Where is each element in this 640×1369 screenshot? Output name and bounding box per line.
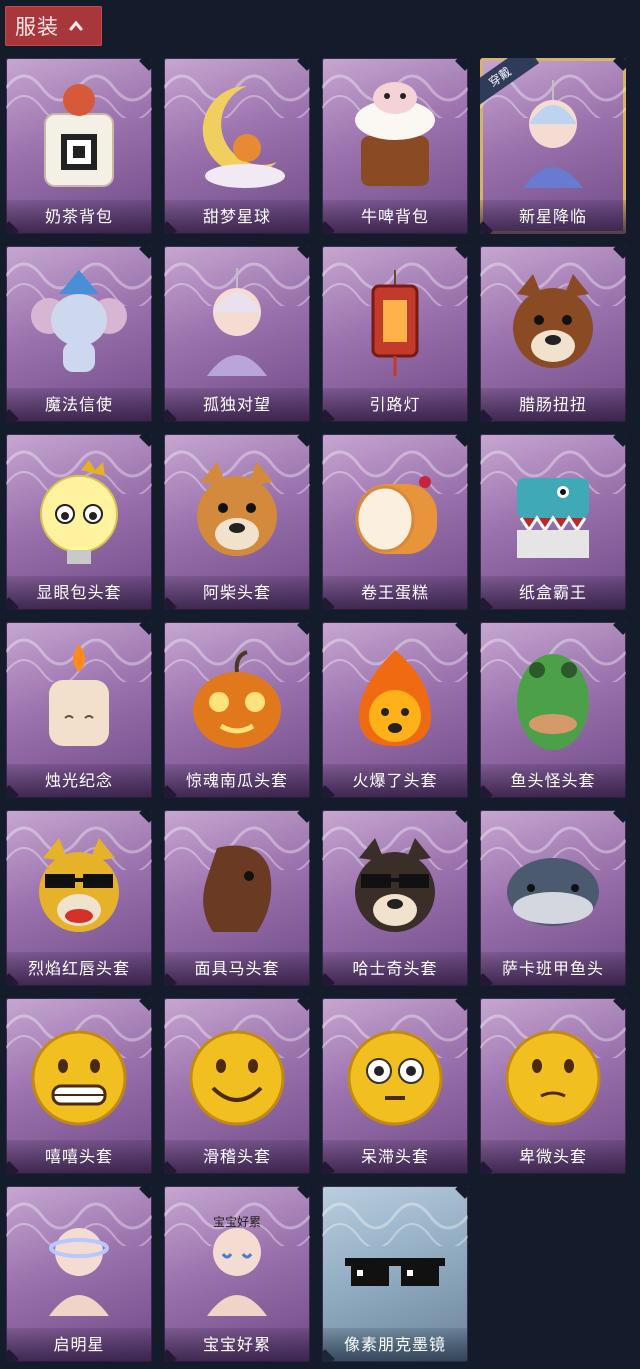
header-bar: 服装: [0, 0, 640, 52]
item-card[interactable]: 牛啤背包: [322, 58, 468, 234]
item-name: 孤独对望: [164, 388, 310, 422]
item-name: 甜梦星球: [164, 200, 310, 234]
item-name: 惊魂南瓜头套: [164, 764, 310, 798]
item-card[interactable]: 卷王蛋糕: [322, 434, 468, 610]
item-card[interactable]: 烛光纪念: [6, 622, 152, 798]
item-name: 面具马头套: [164, 952, 310, 986]
item-name: 阿柴头套: [164, 576, 310, 610]
sweet-dream-moon-icon: [202, 85, 285, 188]
item-card[interactable]: 甜梦星球: [164, 58, 310, 234]
item-card[interactable]: 萨卡班甲鱼头: [480, 810, 626, 986]
item-card[interactable]: 惊魂南瓜头套: [164, 622, 310, 798]
item-card[interactable]: 哈士奇头套: [322, 810, 468, 986]
grin-emoji-head-icon: [31, 1030, 127, 1126]
morning-star-icon: [49, 1228, 109, 1316]
item-card[interactable]: 魔法信使: [6, 246, 152, 422]
candle-head-icon: [49, 644, 109, 746]
fish-head-icon: [517, 654, 589, 750]
funny-emoji-head-icon: [189, 1030, 285, 1126]
item-card[interactable]: 嘻嘻头套: [6, 998, 152, 1174]
item-name: 滑稽头套: [164, 1140, 310, 1174]
item-name: 牛啤背包: [322, 200, 468, 234]
lonely-gaze-pendant-icon: [207, 268, 267, 376]
item-card[interactable]: 火爆了头套: [322, 622, 468, 798]
section-title: 服装: [15, 15, 59, 39]
item-card[interactable]: 面具马头套: [164, 810, 310, 986]
item-card[interactable]: 孤独对望: [164, 246, 310, 422]
magic-elephant-icon: [31, 270, 127, 372]
item-card[interactable]: 腊肠扭扭: [480, 246, 626, 422]
item-name: 新星降临: [480, 200, 626, 234]
item-card[interactable]: 呆滞头套: [322, 998, 468, 1174]
item-name: 哈士奇头套: [322, 952, 468, 986]
humble-emoji-head-icon: [505, 1030, 601, 1126]
horse-head-icon: [203, 845, 272, 932]
item-name: 魔法信使: [6, 388, 152, 422]
item-name: 烈焰红唇头套: [6, 952, 152, 986]
cow-beer-backpack-icon: [355, 82, 435, 186]
pumpkin-head-icon: [193, 650, 281, 748]
item-card[interactable]: 纸盒霸王: [480, 434, 626, 610]
box-dino-icon: [517, 478, 589, 558]
fire-head-icon: [359, 650, 431, 746]
item-name: 烛光纪念: [6, 764, 152, 798]
item-name: 卷王蛋糕: [322, 576, 468, 610]
husky-head-icon: [355, 838, 435, 932]
item-card[interactable]: 引路灯: [322, 246, 468, 422]
item-name: 呆滞头套: [322, 1140, 468, 1174]
item-card[interactable]: 滑稽头套: [164, 998, 310, 1174]
bulb-head-icon: [40, 460, 118, 564]
item-name: 引路灯: [322, 388, 468, 422]
item-name: 启明星: [6, 1328, 152, 1362]
item-card[interactable]: 卑微头套: [480, 998, 626, 1174]
item-card[interactable]: 显眼包头套: [6, 434, 152, 610]
item-card[interactable]: 奶茶背包: [6, 58, 152, 234]
item-name: 嘻嘻头套: [6, 1140, 152, 1174]
item-name: 鱼头怪头套: [480, 764, 626, 798]
item-name: 奶茶背包: [6, 200, 152, 234]
lantern-icon: [371, 270, 419, 376]
item-card[interactable]: 宝宝好累 宝宝好累: [164, 1186, 310, 1362]
item-name: 火爆了头套: [322, 764, 468, 798]
item-card[interactable]: 穿戴 新星降临: [480, 58, 626, 234]
item-card[interactable]: 像素朋克墨镜: [322, 1186, 468, 1362]
item-art-caption: 宝宝好累: [213, 1215, 261, 1229]
item-card[interactable]: 鱼头怪头套: [480, 622, 626, 798]
item-card[interactable]: 阿柴头套: [164, 434, 310, 610]
item-name: 腊肠扭扭: [480, 388, 626, 422]
item-name: 显眼包头套: [6, 576, 152, 610]
item-name: 纸盒霸王: [480, 576, 626, 610]
pika-lips-head-icon: [39, 838, 119, 932]
shiba-head-icon: [197, 462, 277, 556]
item-name: 萨卡班甲鱼头: [480, 952, 626, 986]
chevron-up-icon: [69, 20, 83, 31]
item-card[interactable]: 烈焰红唇头套: [6, 810, 152, 986]
costume-section-toggle[interactable]: 服装: [5, 6, 102, 46]
item-card[interactable]: 启明星: [6, 1186, 152, 1362]
milk-tea-backpack-icon: [44, 84, 114, 187]
tired-baby-icon: 宝宝好累: [207, 1215, 267, 1316]
dazed-emoji-head-icon: [347, 1030, 443, 1126]
item-name: 宝宝好累: [164, 1328, 310, 1362]
item-name: 像素朋克墨镜: [322, 1328, 468, 1362]
sausage-dog-icon: [513, 274, 593, 368]
new-star-pendant-icon: [523, 80, 583, 188]
sacabambaspis-head-icon: [507, 858, 599, 926]
roll-cake-icon: [355, 476, 437, 554]
pixel-sunglasses-icon: [345, 1258, 445, 1286]
item-name: 卑微头套: [480, 1140, 626, 1174]
